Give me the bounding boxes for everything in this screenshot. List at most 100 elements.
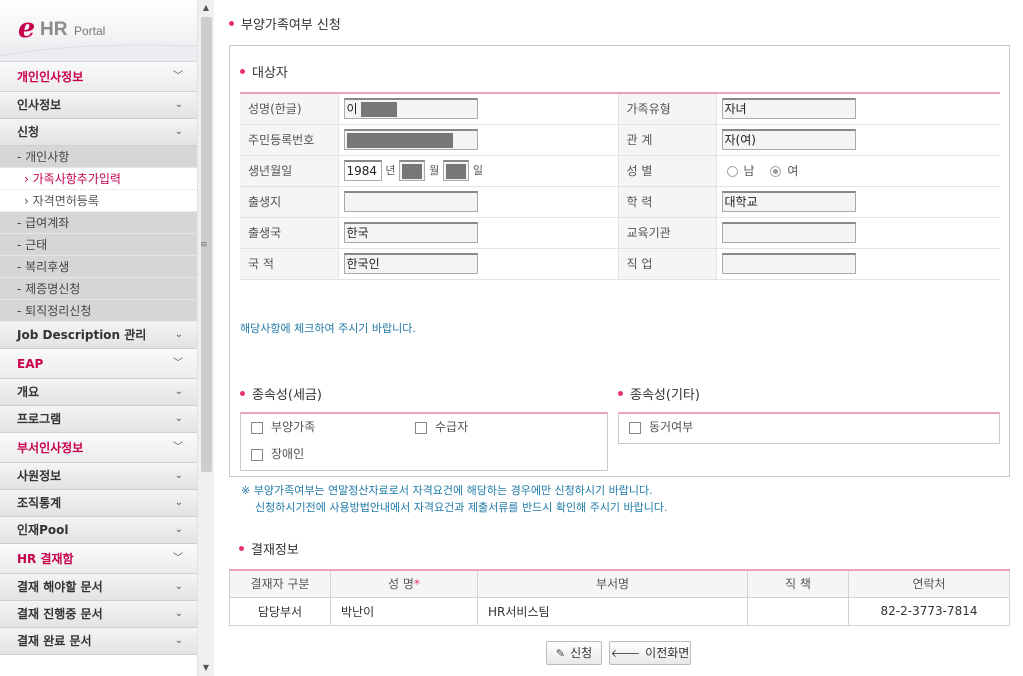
- dependency-other-group: 종속성(기타) 동거여부: [618, 384, 1000, 444]
- chevron-down-icon: ⌄: [174, 581, 183, 592]
- menu-org-stats[interactable]: 조직통계 ⌄: [0, 490, 197, 517]
- cell-name[interactable]: 박난이: [330, 597, 478, 626]
- menu-group-dept-info[interactable]: 부서인사정보 ﹀: [0, 433, 197, 463]
- relation-field[interactable]: 자(여): [721, 129, 856, 150]
- menu-docs-to-approve[interactable]: 결재 해야할 문서 ⌄: [0, 574, 197, 601]
- menu-job-description[interactable]: Job Description 관리 ⌄: [0, 322, 197, 349]
- rrn-field[interactable]: [343, 129, 478, 150]
- chevron-down-icon: ﹀: [173, 71, 183, 82]
- gender-male-label: 남: [743, 164, 755, 178]
- bullet-icon: [229, 21, 234, 26]
- month-unit: 월: [429, 164, 440, 177]
- menu-personnel-info[interactable]: 인사정보 ⌄: [0, 92, 197, 119]
- submenu-welfare[interactable]: - 복리후생: [0, 256, 197, 278]
- menu-docs-completed[interactable]: 결재 완료 문서 ⌄: [0, 628, 197, 655]
- masked-value: [446, 164, 467, 179]
- menu-talent-pool[interactable]: 인재Pool ⌄: [0, 517, 197, 544]
- dependent-family-label: 부양가족: [271, 420, 316, 434]
- dependency-tax-group: 종속성(세금) 부양가족 수급자 장애인: [240, 384, 608, 471]
- logo-portal: Portal: [74, 24, 106, 38]
- menu-overview[interactable]: 개요 ⌄: [0, 379, 197, 406]
- target-info-table: 성명(한글) 이 가족유형 자녀 주민등록번호 관 계 자(여) 생년월일 19…: [240, 92, 1000, 280]
- arrow-left-icon: 🡐: [610, 647, 641, 660]
- dependency-tax-title: 종속성(세금): [240, 384, 608, 403]
- chevron-down-icon: ⌄: [174, 413, 183, 424]
- birthplace-field[interactable]: [343, 191, 478, 212]
- submenu-certificate[interactable]: - 제증명신청: [0, 278, 197, 300]
- chevron-down-icon: ﹀: [173, 442, 183, 453]
- cohabitation-checkbox[interactable]: [629, 421, 641, 434]
- sidebar-scrollbar[interactable]: ▲ ≡ ▼: [197, 0, 214, 676]
- notice-text: 해당사항에 체크하여 주시기 바랍니다.: [240, 322, 416, 335]
- recipient-checkbox[interactable]: [415, 421, 427, 434]
- required-mark: *: [413, 577, 420, 592]
- menu-program[interactable]: 프로그램 ⌄: [0, 406, 197, 433]
- table-row: 출생지 학 력 대학교: [240, 186, 1000, 218]
- menu-employee-info[interactable]: 사원정보 ⌄: [0, 463, 197, 490]
- family-type-field[interactable]: 자녀: [721, 98, 856, 120]
- nationality-field[interactable]: 한국인: [343, 253, 478, 274]
- chevron-down-icon: ⌄: [174, 470, 183, 481]
- back-button[interactable]: 🡐 이전화면: [609, 641, 691, 665]
- chevron-down-icon: ⌄: [174, 635, 183, 646]
- cell-contact: 82-2-3773-7814: [848, 597, 1010, 626]
- main-content: 부양가족여부 신청 대상자 성명(한글) 이 가족유형 자녀 주민등록번호 관 …: [229, 0, 1011, 676]
- birth-country-field[interactable]: 한국: [343, 222, 478, 243]
- disabled-checkbox[interactable]: [251, 448, 263, 461]
- menu-group-personal-info[interactable]: 개인인사정보 ﹀: [0, 62, 197, 92]
- cell-approver-type: 담당부서: [229, 597, 331, 626]
- education-label: 학 력: [618, 186, 717, 218]
- footnote: ※ 부양가족여부는 연말정산자료로서 자격요건에 해당하는 경우에만 신청하시기…: [241, 482, 668, 516]
- dependent-family-checkbox[interactable]: [251, 421, 263, 434]
- logo[interactable]: e HR Portal: [0, 0, 197, 62]
- year-unit: 년: [385, 164, 396, 177]
- gender-female-radio[interactable]: [770, 166, 782, 177]
- job-field[interactable]: [721, 253, 856, 274]
- apply-button[interactable]: ✎ 신청: [546, 641, 602, 665]
- table-row: 생년월일 1984 년 월 일 성 별 남 여: [240, 155, 1000, 187]
- menu-group-hr-approval[interactable]: HR 결재함 ﹀: [0, 544, 197, 574]
- scroll-up-icon[interactable]: ▲: [198, 0, 214, 16]
- approval-table: 결재자 구분 성 명* 부서명 직 책 연락처 담당부서 박난이 HR서비스팀 …: [229, 569, 1010, 626]
- menu-docs-in-progress[interactable]: 결재 진행중 문서 ⌄: [0, 601, 197, 628]
- page-title: 부양가족여부 신청: [229, 14, 341, 33]
- birth-month-field[interactable]: [399, 160, 426, 181]
- submenu-family-add[interactable]: › 가족사항추가입력: [0, 168, 197, 190]
- bullet-icon: [618, 391, 623, 396]
- chevron-down-icon: ⌄: [174, 497, 183, 508]
- relation-label: 관 계: [618, 124, 717, 156]
- chevron-down-icon: ﹀: [173, 553, 183, 564]
- col-position: 직 책: [747, 569, 849, 598]
- submenu-personal-matters[interactable]: - 개인사항: [0, 146, 197, 168]
- gender-male-radio[interactable]: [726, 166, 738, 177]
- recipient-label: 수급자: [435, 420, 469, 434]
- birth-day-field[interactable]: [443, 160, 470, 181]
- rrn-label: 주민등록번호: [240, 124, 339, 156]
- table-row: 출생국 한국 교육기관: [240, 217, 1000, 249]
- day-unit: 일: [472, 164, 484, 177]
- cell-position: [747, 597, 849, 626]
- chevron-down-icon: ⌄: [174, 608, 183, 619]
- education-field[interactable]: 대학교: [721, 191, 856, 212]
- name-field[interactable]: 이: [343, 98, 478, 120]
- menu-apply[interactable]: 신청 ⌄: [0, 119, 197, 146]
- job-label: 직 업: [618, 248, 717, 280]
- birth-year-field[interactable]: 1984: [343, 160, 382, 181]
- school-field[interactable]: [721, 222, 856, 243]
- footnote-line-1: ※ 부양가족여부는 연말정산자료로서 자격요건에 해당하는 경우에만 신청하시기…: [241, 484, 653, 497]
- disabled-label: 장애인: [271, 447, 305, 461]
- birthplace-label: 출생지: [240, 186, 339, 218]
- masked-value: [346, 133, 453, 148]
- col-name: 성 명*: [330, 569, 478, 598]
- submenu-license-register[interactable]: › 자격면허등록: [0, 190, 197, 212]
- scroll-down-icon[interactable]: ▼: [198, 660, 214, 676]
- bullet-icon: [239, 546, 244, 551]
- submenu-retirement[interactable]: - 퇴직정리신청: [0, 300, 197, 322]
- dependency-other-box: 동거여부: [618, 412, 1000, 444]
- table-row: 주민등록번호 관 계 자(여): [240, 124, 1000, 156]
- submenu-salary-account[interactable]: - 급여계좌: [0, 212, 197, 234]
- chevron-down-icon: ⌄: [174, 524, 183, 535]
- menu-group-eap[interactable]: EAP ﹀: [0, 349, 197, 379]
- birth-country-label: 출생국: [240, 217, 339, 249]
- submenu-attendance[interactable]: - 근태: [0, 234, 197, 256]
